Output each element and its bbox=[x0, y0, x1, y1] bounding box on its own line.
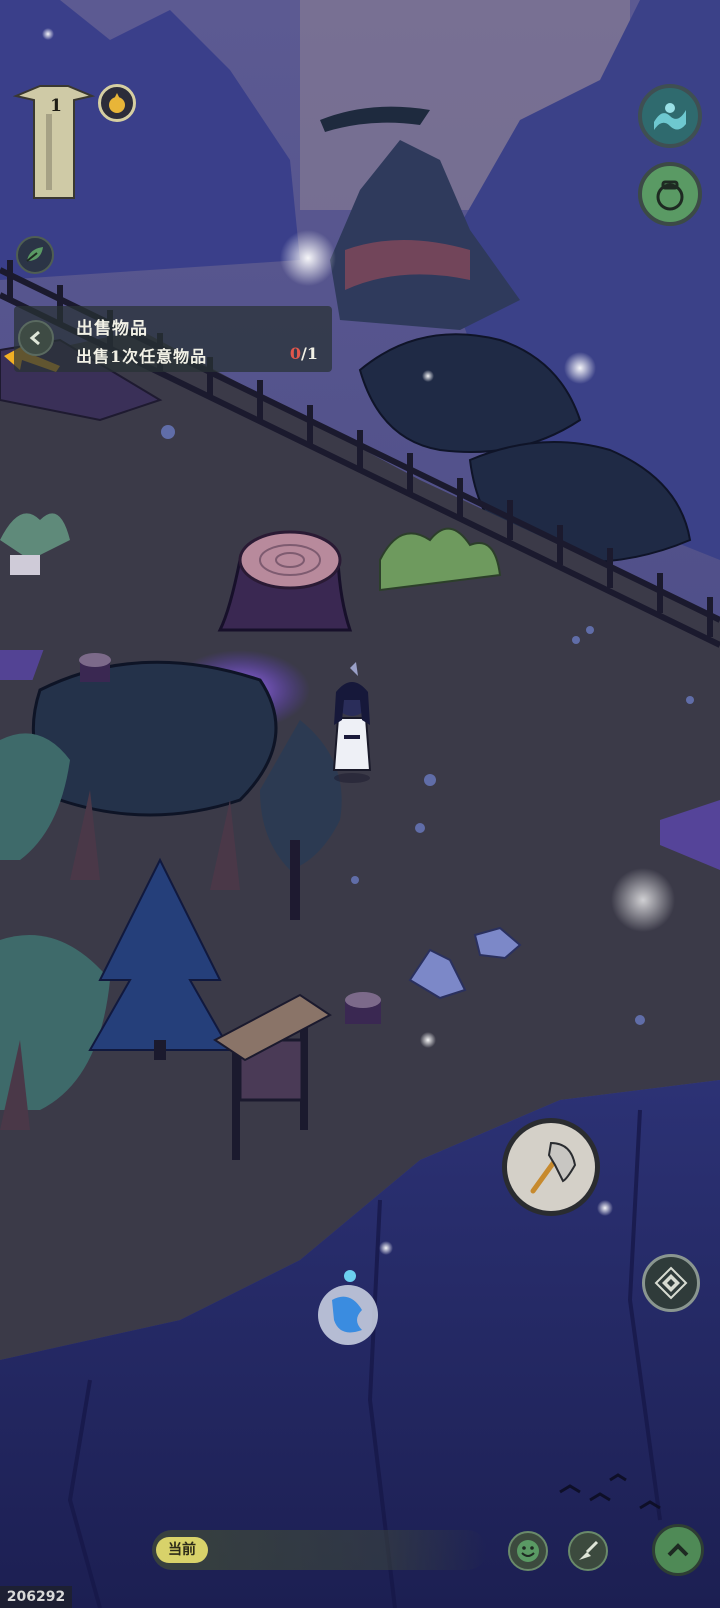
leaf-icon bbox=[26, 247, 43, 262]
axe-icon bbox=[530, 1141, 577, 1194]
quest-progress-current: 0 bbox=[289, 344, 302, 363]
fire-bag-button[interactable] bbox=[98, 84, 136, 122]
compass-diamond-icon bbox=[654, 1266, 688, 1300]
pouch-icon bbox=[656, 180, 684, 211]
game-scene bbox=[0, 0, 720, 1608]
small-stump-1 bbox=[79, 653, 111, 682]
small-stump-2 bbox=[345, 992, 381, 1024]
chat-channel[interactable]: 当前 bbox=[156, 1537, 208, 1563]
player-level: 1 bbox=[50, 96, 62, 116]
expand-menu-button[interactable] bbox=[652, 1524, 704, 1576]
axe-action-button[interactable] bbox=[502, 1118, 600, 1216]
quest-description: 出售1次任意物品 bbox=[76, 347, 208, 366]
smile-icon bbox=[517, 1540, 539, 1562]
quest-progress: 0/1 bbox=[290, 344, 318, 363]
dodge-button[interactable] bbox=[642, 1254, 700, 1312]
quest-tracker[interactable]: 出售物品 出售1次任意物品 0/1 bbox=[14, 306, 332, 372]
skill-button[interactable] bbox=[568, 1531, 608, 1571]
brush-icon bbox=[579, 1540, 599, 1560]
quest-progress-total: /1 bbox=[301, 344, 318, 363]
leaf-button[interactable] bbox=[16, 236, 54, 274]
quest-collapse-button[interactable] bbox=[18, 320, 54, 356]
chat-bar[interactable]: 当前 bbox=[152, 1530, 487, 1570]
emote-button[interactable] bbox=[508, 1531, 548, 1571]
wave-talisman-icon bbox=[654, 103, 686, 130]
chevron-up-icon bbox=[667, 1543, 689, 1557]
pouch-button[interactable] bbox=[638, 162, 702, 226]
user-id: 206292 bbox=[0, 1586, 72, 1608]
chevron-left-icon bbox=[29, 330, 40, 346]
flame-pouch-icon bbox=[109, 93, 125, 113]
quest-title: 出售物品 bbox=[76, 319, 148, 339]
wave-talisman-button[interactable] bbox=[638, 84, 702, 148]
